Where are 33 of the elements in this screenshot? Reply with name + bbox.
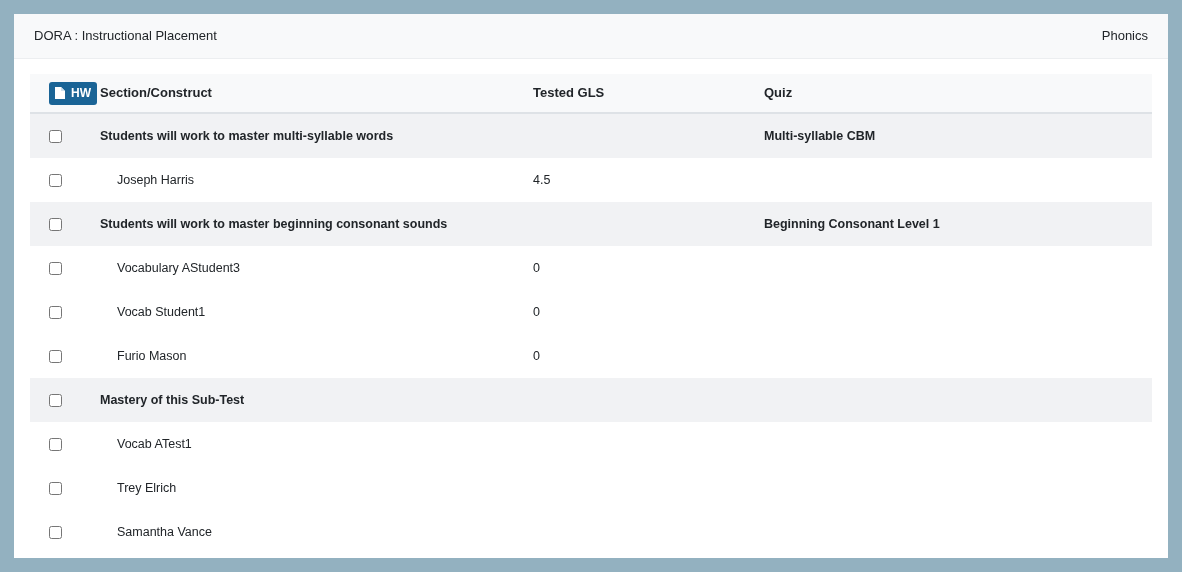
section-label: Mastery of this Sub-Test: [100, 392, 245, 407]
row-checkbox[interactable]: [49, 481, 62, 495]
student-name: Furio Mason: [117, 348, 187, 363]
gls-value: 0: [533, 304, 540, 319]
gls-value: 0: [533, 348, 540, 363]
gls-value: 4.5: [533, 172, 551, 187]
student-name: Trey Elrich: [117, 480, 177, 495]
quiz-name: Multi-syllable CBM: [764, 128, 876, 143]
student-name: Vocabulary AStudent3: [117, 260, 240, 275]
column-header: Quiz: [764, 84, 793, 103]
quiz-name: Beginning Consonant Level 1: [764, 216, 940, 231]
row-checkbox[interactable]: [49, 437, 62, 451]
row-checkbox[interactable]: [49, 217, 62, 231]
student-name: Vocab ATest1: [117, 436, 192, 451]
student-name: Samantha Vance: [117, 524, 212, 539]
column-header: Section/Construct: [100, 84, 213, 103]
document-icon: [55, 87, 65, 99]
row-checkbox[interactable]: [49, 173, 62, 187]
row-checkbox[interactable]: [49, 305, 62, 319]
gls-value: 0: [533, 260, 540, 275]
section-label: Students will work to master beginning consonant sounds: [100, 216, 448, 231]
row-checkbox[interactable]: [49, 261, 62, 275]
subject-label: Phonics: [1101, 27, 1148, 46]
student-name: Joseph Harris: [117, 172, 195, 187]
column-header: Tested GLS: [533, 84, 606, 103]
homework-button[interactable]: HW: [49, 81, 97, 105]
row-checkbox[interactable]: [49, 393, 62, 407]
student-name: Vocab Student1: [117, 304, 206, 319]
panel-title: DORA : Instructional Placement: [34, 27, 217, 46]
row-checkbox[interactable]: [49, 349, 62, 363]
section-label: Students will work to master multi-syllable words: [100, 128, 394, 143]
row-checkbox[interactable]: [49, 129, 62, 143]
row-checkbox[interactable]: [49, 525, 62, 539]
